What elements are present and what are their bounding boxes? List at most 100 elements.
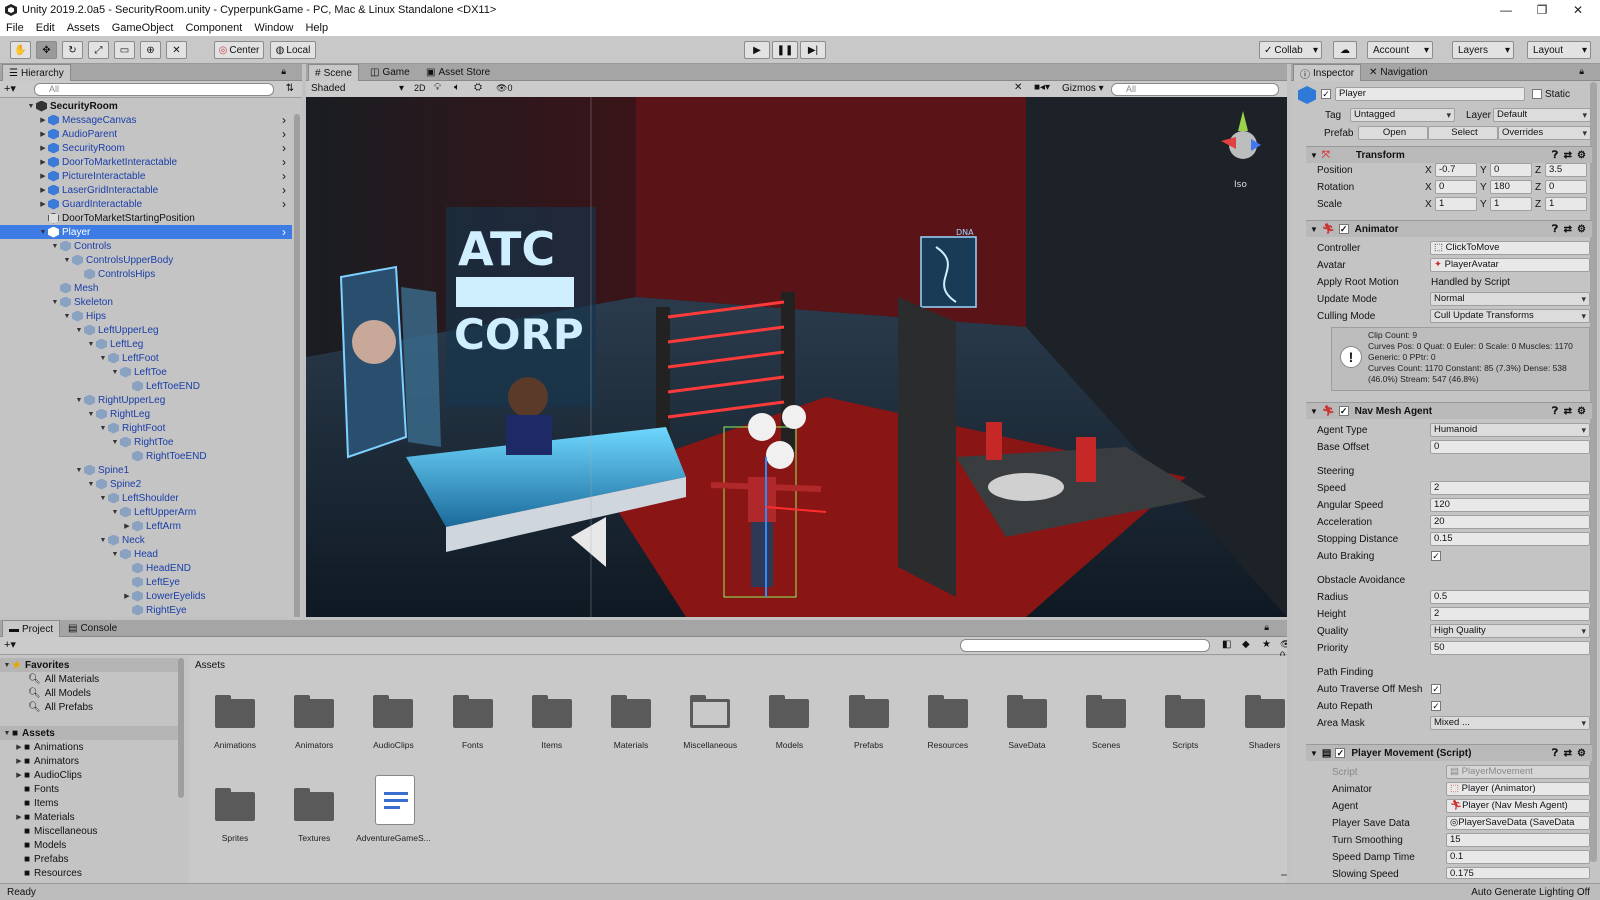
- pm-animator-field[interactable]: ⬚ Player (Animator): [1446, 782, 1590, 796]
- hierarchy-item[interactable]: ▼ Head: [0, 547, 292, 561]
- project-tree-item[interactable]: ■ Fonts: [0, 782, 178, 796]
- lighting-icon[interactable]: 💡︎: [434, 82, 441, 93]
- help-icon[interactable]: ❓︎: [1552, 406, 1558, 417]
- tab-console[interactable]: ▤ Console: [62, 620, 123, 637]
- gizmos-dropdown[interactable]: Gizmos ▾: [1062, 83, 1104, 94]
- project-tree-item[interactable]: ▶ ■ AudioClips: [0, 768, 178, 782]
- expand-arrow-icon[interactable]: ▼: [98, 537, 108, 544]
- hierarchy-item[interactable]: ▶ GuardInteractable ›: [0, 197, 292, 211]
- rotation-z-axis-label[interactable]: Z: [1535, 182, 1541, 193]
- prefab-select-button[interactable]: Select: [1428, 126, 1498, 140]
- rotation-x-field[interactable]: 0: [1435, 180, 1477, 194]
- asset-folder[interactable]: Models: [749, 676, 829, 756]
- collapse-arrow-icon[interactable]: ▶: [122, 592, 132, 600]
- hierarchy-item[interactable]: RightEye: [0, 603, 292, 617]
- hierarchy-item[interactable]: ▼ LeftUpperArm: [0, 505, 292, 519]
- avatar-field[interactable]: ✦ PlayerAvatar: [1430, 258, 1590, 272]
- prefab-overrides-dropdown[interactable]: Overrides: [1498, 126, 1591, 140]
- open-prefab-chevron-icon[interactable]: ›: [282, 169, 286, 183]
- custom-tool-button[interactable]: ✕: [166, 41, 187, 59]
- hierarchy-item[interactable]: ControlsHips: [0, 267, 292, 281]
- hierarchy-item[interactable]: ▼ RightFoot: [0, 421, 292, 435]
- expand-arrow-icon[interactable]: ▼: [50, 299, 60, 306]
- hierarchy-item[interactable]: ▼ LeftLeg: [0, 337, 292, 351]
- menu-item-component[interactable]: Component: [179, 22, 248, 34]
- iso-label[interactable]: Iso: [1234, 180, 1247, 190]
- zoom-slider[interactable]: [1281, 874, 1287, 876]
- asset-folder[interactable]: Animations: [195, 676, 275, 756]
- hidden-objects-icon[interactable]: 👁︎0: [496, 83, 512, 94]
- scale-tool-button[interactable]: ⤢: [88, 41, 109, 59]
- position-y-axis-label[interactable]: Y: [1480, 165, 1487, 176]
- toggle-2d-button[interactable]: 2D: [414, 83, 426, 93]
- auto-repath-checkbox[interactable]: ✓: [1431, 701, 1441, 711]
- agent-type-dropdown[interactable]: Humanoid: [1430, 423, 1590, 437]
- asset-folder[interactable]: Items: [512, 676, 592, 756]
- create-button[interactable]: +▾: [4, 638, 16, 651]
- hierarchy-search-input[interactable]: All: [34, 83, 274, 96]
- height-field[interactable]: 2: [1430, 607, 1590, 621]
- culling-mode-dropdown[interactable]: Cull Update Transforms: [1430, 309, 1590, 323]
- menu-item-file[interactable]: File: [0, 22, 30, 34]
- open-prefab-chevron-icon[interactable]: ›: [282, 127, 286, 141]
- hierarchy-item[interactable]: ▼ Controls: [0, 239, 292, 253]
- hierarchy-item[interactable]: ▶ AudioParent ›: [0, 127, 292, 141]
- collapse-arrow-icon[interactable]: ▶: [14, 757, 24, 765]
- tab-scene[interactable]: # Scene: [308, 64, 359, 81]
- audio-icon[interactable]: 🔈︎: [454, 82, 460, 93]
- expand-arrow-icon[interactable]: ▼: [98, 355, 108, 362]
- project-tree-item[interactable]: ■ Resources: [0, 866, 178, 880]
- tab-navigation[interactable]: ✕ Navigation: [1363, 64, 1434, 81]
- rect-tool-button[interactable]: ▭: [114, 41, 135, 59]
- nav-mesh-agent-header[interactable]: ▼ 🏃︎ ✓ Nav Mesh Agent ❓︎ ⇄ ⚙: [1306, 402, 1592, 419]
- collapse-arrow-icon[interactable]: ▶: [38, 200, 48, 208]
- slowing-speed-field[interactable]: 0.175: [1446, 867, 1590, 879]
- menu-item-help[interactable]: Help: [299, 22, 334, 34]
- lock-icon[interactable]: 🔒︎: [281, 66, 286, 77]
- asset-folder[interactable]: Fonts: [433, 676, 513, 756]
- minimize-icon[interactable]: —: [1488, 0, 1524, 20]
- hierarchy-item[interactable]: ▼ Hips: [0, 309, 292, 323]
- asset-folder[interactable]: SaveData: [987, 676, 1067, 756]
- pivot-local-button[interactable]: ◍ Local: [270, 41, 316, 59]
- sort-icon[interactable]: ⇅: [286, 83, 294, 94]
- hierarchy-item[interactable]: ▼ LeftUpperLeg: [0, 323, 292, 337]
- hierarchy-item[interactable]: ▼ ControlsUpperBody: [0, 253, 292, 267]
- hierarchy-item[interactable]: HeadEND: [0, 561, 292, 575]
- expand-arrow-icon[interactable]: ▼: [98, 495, 108, 502]
- hierarchy-item[interactable]: ▶ LaserGridInteractable ›: [0, 183, 292, 197]
- close-icon[interactable]: ✕: [1560, 0, 1596, 20]
- help-icon[interactable]: ❓︎: [1552, 748, 1558, 759]
- hand-tool-button[interactable]: ✋: [10, 41, 31, 59]
- scale-y-field[interactable]: 1: [1490, 197, 1532, 211]
- asset-file[interactable]: AdventureGameS...: [353, 769, 433, 849]
- rotate-tool-button[interactable]: ↻: [62, 41, 83, 59]
- collapse-arrow-icon[interactable]: ▶: [38, 116, 48, 124]
- pivot-center-button[interactable]: ◎ Center: [214, 41, 264, 59]
- project-tree-item[interactable]: ■ Models: [0, 838, 178, 852]
- position-x-axis-label[interactable]: X: [1425, 165, 1432, 176]
- camera-icon[interactable]: ■◂▾: [1034, 82, 1050, 93]
- turn-smoothing-field[interactable]: 15: [1446, 833, 1590, 847]
- hierarchy-item[interactable]: LeftToeEND: [0, 379, 292, 393]
- rotation-x-axis-label[interactable]: X: [1425, 182, 1432, 193]
- project-tree-item[interactable]: ■ Items: [0, 796, 178, 810]
- help-icon[interactable]: ❓︎: [1552, 150, 1558, 161]
- project-tree-item[interactable]: ▶ ■ Animators: [0, 754, 178, 768]
- tab-hierarchy[interactable]: ☰ Hierarchy: [2, 64, 71, 81]
- quality-dropdown[interactable]: High Quality: [1430, 624, 1590, 638]
- hierarchy-item[interactable]: ▶ MessageCanvas ›: [0, 113, 292, 127]
- project-tree-item[interactable]: 🔍︎ All Prefabs: [0, 700, 178, 714]
- hierarchy-scrollbar[interactable]: [294, 114, 300, 617]
- priority-field[interactable]: 50: [1430, 641, 1590, 655]
- base-offset-field[interactable]: 0: [1430, 440, 1590, 454]
- acceleration-field[interactable]: 20: [1430, 515, 1590, 529]
- asset-folder[interactable]: Textures: [274, 769, 354, 849]
- maximize-icon[interactable]: ❐: [1524, 0, 1560, 20]
- scale-y-axis-label[interactable]: Y: [1480, 199, 1487, 210]
- project-tree-scrollbar[interactable]: [178, 658, 184, 798]
- open-prefab-chevron-icon[interactable]: ›: [282, 141, 286, 155]
- expand-arrow-icon[interactable]: ▼: [2, 730, 12, 737]
- create-button[interactable]: +▾: [4, 82, 16, 95]
- expand-arrow-icon[interactable]: ▼: [74, 397, 84, 404]
